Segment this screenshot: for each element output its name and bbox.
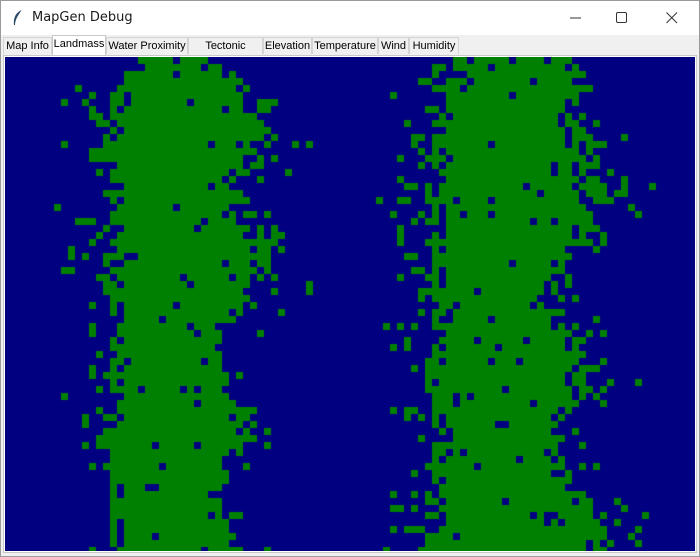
tab-wind[interactable]: Wind [378,37,409,54]
title-bar[interactable]: MapGen Debug [1,1,699,35]
tab-tectonic-plates[interactable]: Tectonic Plates [188,37,263,69]
tab-water-proximity[interactable]: Water Proximity [106,37,188,54]
maximize-icon [616,12,627,23]
close-icon [666,12,678,24]
tab-elevation[interactable]: Elevation [263,37,312,54]
tab-humidity[interactable]: Humidity [409,37,459,54]
tab-landmass[interactable]: Landmass [52,35,106,55]
close-button[interactable] [649,1,695,35]
tab-temperature[interactable]: Temperature [312,37,378,54]
tab-content-panel [3,55,697,553]
minimize-button[interactable] [553,1,599,35]
tab-bar: Map Info Landmass Water Proximity Tecton… [3,35,697,69]
app-window: MapGen Debug Map Info Landmass Water Pro… [0,0,700,557]
window-title: MapGen Debug [32,10,133,25]
tab-map-info[interactable]: Map Info [3,37,52,54]
minimize-icon [570,17,581,19]
landmass-map[interactable] [5,57,695,551]
maximize-button[interactable] [599,1,645,35]
feather-icon [10,9,26,27]
